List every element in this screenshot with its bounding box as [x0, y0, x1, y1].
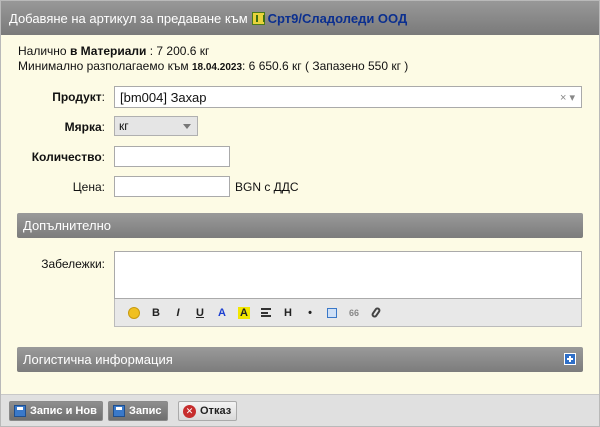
emoji-icon[interactable]	[123, 303, 145, 323]
company-link[interactable]: Срт9/Сладоледи ООД	[268, 11, 408, 26]
product-select[interactable]: [bm004] Захар × ▾	[114, 86, 582, 108]
save-label: Запис	[129, 405, 162, 417]
expand-plus-icon[interactable]	[564, 353, 576, 365]
price-currency: BGN с ДДС	[235, 180, 299, 194]
bullet-list-button[interactable]: •	[299, 303, 321, 323]
price-label: Цена:	[72, 180, 105, 194]
quantity-label: Количество:	[31, 150, 105, 164]
min-available-text: Минимално разполагаемо към	[18, 59, 192, 73]
cancel-label: Отказ	[200, 405, 232, 417]
save-and-new-label: Запис и Нов	[30, 405, 97, 417]
min-available-qty: : 6 650.6 кг ( Запазено 550 кг )	[242, 59, 409, 73]
unit-select[interactable]: кг	[114, 116, 198, 136]
highlight-glyph: A	[238, 306, 250, 319]
save-icon	[113, 405, 125, 417]
product-label: Продукт:	[52, 90, 105, 104]
heading-button[interactable]: H	[277, 303, 299, 323]
unit-value: кг	[119, 119, 129, 133]
notes-label: Забележки:	[41, 257, 105, 271]
store-name: в Материали	[69, 44, 147, 58]
close-icon: ✕	[183, 404, 196, 418]
min-available-line: Минимално разполагаемо към 18.04.2023: 6…	[18, 59, 408, 75]
available-qty: : 7 200.6 кг	[146, 44, 210, 58]
highlight-button[interactable]: A	[233, 303, 255, 323]
section-additional[interactable]: Допълнително	[17, 213, 583, 238]
quote-button[interactable]: 66	[343, 303, 365, 323]
product-value: [bm004] Захар	[120, 89, 207, 105]
save-button[interactable]: Запис	[108, 401, 168, 421]
attachment-icon[interactable]	[365, 303, 387, 323]
quantity-input[interactable]	[114, 146, 230, 167]
text-color-button[interactable]: A	[211, 303, 233, 323]
bold-button[interactable]: B	[145, 303, 167, 323]
table-icon[interactable]	[321, 303, 343, 323]
chevron-down-icon	[183, 124, 191, 129]
company-icon	[251, 11, 265, 25]
notes-textarea[interactable]	[114, 251, 582, 299]
price-input[interactable]	[114, 176, 230, 197]
product-select-controls: × ▾	[560, 91, 575, 104]
underline-button[interactable]: U	[189, 303, 211, 323]
unit-label: Мярка:	[64, 120, 105, 134]
dialog-title: Добавяне на артикул за предаване към	[9, 10, 248, 26]
availability-info: Налично в Материали : 7 200.6 кг Минимал…	[18, 44, 408, 75]
save-icon	[14, 405, 26, 417]
save-and-new-button[interactable]: Запис и Нов	[9, 401, 103, 421]
dialog-titlebar: Добавяне на артикул за предаване към Срт…	[1, 1, 599, 35]
dialog-footer: Запис и Нов Запис ✕ Отказ	[1, 394, 599, 426]
available-text: Налично	[18, 44, 70, 58]
section-logistics-title: Логистична информация	[23, 352, 173, 367]
section-additional-title: Допълнително	[23, 218, 111, 233]
available-line: Налично в Материали : 7 200.6 кг	[18, 44, 408, 59]
editor-toolbar: B I U A A H • 66	[114, 299, 582, 327]
align-icon[interactable]	[255, 303, 277, 323]
chevron-down-icon[interactable]: ▾	[569, 92, 575, 104]
cancel-button[interactable]: ✕ Отказ	[178, 401, 238, 421]
italic-button[interactable]: I	[167, 303, 189, 323]
section-logistics[interactable]: Логистична информация	[17, 347, 583, 372]
add-article-dialog: Добавяне на артикул за предаване към Срт…	[0, 0, 600, 427]
clear-icon[interactable]: ×	[560, 92, 566, 104]
min-available-date: 18.04.2023	[191, 62, 243, 73]
